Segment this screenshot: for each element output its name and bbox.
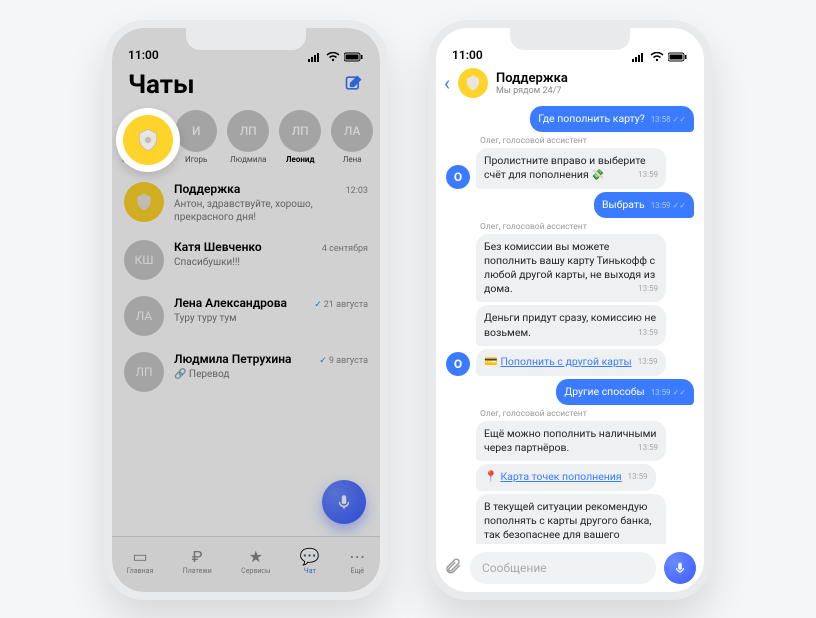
message-row: О📍 Карта точек пополнения13:59	[446, 464, 694, 491]
story-item[interactable]: ЛПЛюдмила	[227, 110, 269, 164]
incoming-message: Ещё можно пополнить наличными через парт…	[476, 421, 666, 461]
message-row: Где пополнить карту?13:58 ✓✓	[446, 106, 694, 132]
message-row: ОЕщё можно пополнить наличными через пар…	[446, 421, 694, 461]
assistant-label: Олег, голосовой ассистент	[480, 222, 694, 232]
wifi-icon	[650, 52, 664, 62]
incoming-message[interactable]: 💳 Пополнить с другой карты13:59	[476, 349, 666, 376]
incoming-message: В текущей ситуации рекомендую пополнять …	[476, 494, 666, 544]
voice-fab[interactable]	[322, 480, 366, 524]
story-item[interactable]: ИИгорь	[175, 110, 217, 164]
message-row: ОПролистните вправо и выберите счёт для …	[446, 148, 694, 188]
chat-row[interactable]: ЛАЛена Александрова✓21 августаТуру туру …	[124, 288, 368, 344]
wifi-icon	[326, 52, 340, 62]
incoming-message: Без комиссии вы можете пополнить вашу ка…	[476, 234, 666, 303]
message-row: О💳 Пополнить с другой карты13:59	[446, 349, 694, 376]
notch	[510, 28, 630, 50]
assistant-avatar: О	[446, 165, 470, 189]
tab-item[interactable]: ⋯Ещё	[349, 549, 365, 575]
message-row: Выбрать13:59 ✓✓	[446, 192, 694, 218]
signal-icon	[308, 52, 322, 62]
message-placeholder: Сообщение	[482, 561, 547, 575]
attach-icon[interactable]	[444, 557, 462, 580]
chat-row[interactable]: ЛПЛюдмила Петрухина✓9 августа🔗 Перевод	[124, 344, 368, 400]
tab-item[interactable]: 💬Чат	[300, 549, 320, 575]
message-row: ОБез комиссии вы можете пополнить вашу к…	[446, 234, 694, 303]
chat-row[interactable]: КШКатя Шевченко4 сентябряСпасибушки!!!	[124, 232, 368, 288]
phone-support-chat: 11:00 ‹ Поддержка Мы рядом 24/7 Где попо…	[428, 20, 712, 600]
support-avatar[interactable]	[458, 68, 488, 98]
notch	[186, 28, 306, 50]
battery-icon	[668, 52, 688, 62]
tab-bar: ▭Главная ₽Платежи ★Сервисы 💬Чат ⋯Ещё	[112, 536, 380, 592]
message-row: ОВ текущей ситуации рекомендую пополнять…	[446, 494, 694, 544]
chat-row[interactable]: Поддержка12:03Антон, здравствуйте, хорош…	[124, 174, 368, 232]
assistant-label: Олег, голосовой ассистент	[480, 136, 694, 146]
phone-chats: 11:00 Чаты ПоддержкаИИгорьЛПЛюдмилаЛПЛео…	[104, 20, 388, 600]
input-bar: Сообщение	[444, 552, 696, 584]
story-item[interactable]: ЛПЛеонид	[279, 110, 321, 164]
chat-list: Поддержка12:03Антон, здравствуйте, хорош…	[112, 174, 380, 400]
story-item[interactable]: ЛАЛена	[331, 110, 373, 164]
chat-header: ‹ Поддержка Мы рядом 24/7	[436, 64, 704, 104]
status-time: 11:00	[128, 48, 159, 62]
chat-subtitle: Мы рядом 24/7	[496, 86, 568, 96]
outgoing-message: Другие способы13:59 ✓✓	[556, 379, 694, 405]
assistant-label: Олег, голосовой ассистент	[480, 409, 694, 419]
compose-icon[interactable]	[344, 73, 364, 97]
voice-button[interactable]	[664, 552, 696, 584]
incoming-message[interactable]: 📍 Карта точек пополнения13:59	[476, 464, 656, 491]
incoming-message: Деньги придут сразу, комиссию не возьмем…	[476, 305, 666, 345]
back-icon[interactable]: ‹	[444, 71, 450, 95]
outgoing-message: Выбрать13:59 ✓✓	[594, 192, 694, 218]
incoming-message: Пролистните вправо и выберите счёт для п…	[476, 148, 666, 188]
message-row: Другие способы13:59 ✓✓	[446, 379, 694, 405]
highlight-support-story[interactable]	[116, 108, 180, 172]
tab-item[interactable]: ★Сервисы	[241, 549, 270, 575]
status-time: 11:00	[452, 48, 483, 62]
message-input[interactable]: Сообщение	[470, 552, 656, 584]
battery-icon	[344, 52, 364, 62]
chat-title: Поддержка	[496, 71, 568, 86]
signal-icon	[632, 52, 646, 62]
outgoing-message: Где пополнить карту?13:58 ✓✓	[530, 106, 694, 132]
tab-item[interactable]: ▭Главная	[127, 549, 154, 575]
tab-item[interactable]: ₽Платежи	[183, 549, 212, 575]
page-title: Чаты	[128, 70, 195, 100]
assistant-avatar: О	[446, 352, 470, 376]
messages[interactable]: Где пополнить карту?13:58 ✓✓ Олег, голосо…	[436, 104, 704, 544]
message-row: ОДеньги придут сразу, комиссию не возьме…	[446, 305, 694, 345]
